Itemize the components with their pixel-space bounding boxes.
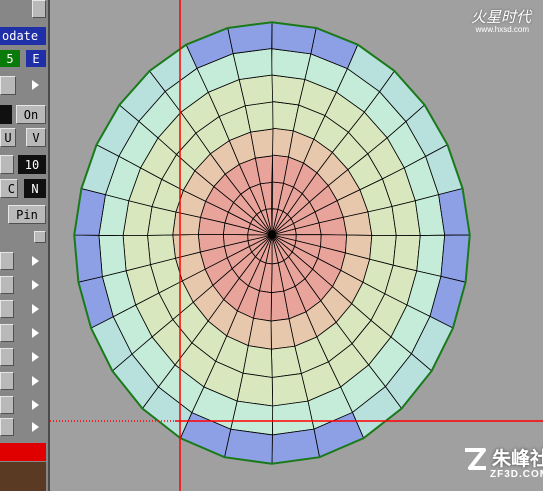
hxsd-watermark: 火星时代 bbox=[470, 8, 531, 26]
slot-button-10[interactable] bbox=[0, 418, 14, 436]
uv-face[interactable] bbox=[392, 235, 421, 272]
size-field[interactable]: 10 bbox=[18, 155, 46, 174]
tool-panel: odate 5 E On U V 10 C N Pin bbox=[0, 0, 50, 491]
size-field-value: 10 bbox=[24, 157, 40, 172]
expand-arrow-7[interactable] bbox=[26, 348, 46, 366]
slot-button-7[interactable] bbox=[0, 348, 14, 366]
play-arrow-icon bbox=[32, 256, 39, 266]
slot-button-6[interactable] bbox=[0, 324, 14, 342]
material-swatch bbox=[0, 462, 46, 491]
slot-button-9[interactable] bbox=[0, 396, 14, 414]
play-arrow-icon bbox=[32, 400, 39, 410]
play-arrow-icon bbox=[32, 80, 39, 90]
uv-face[interactable] bbox=[238, 74, 274, 107]
n-button-label: N bbox=[31, 181, 39, 196]
uv-face[interactable] bbox=[244, 101, 274, 133]
hxsd-watermark-url: www.hxsd.com bbox=[475, 25, 529, 34]
slot-button-2[interactable] bbox=[0, 155, 14, 174]
play-arrow-icon bbox=[32, 352, 39, 362]
expand-arrow-5[interactable] bbox=[26, 300, 46, 318]
slot-button-4[interactable] bbox=[0, 276, 14, 294]
num-field-value: 5 bbox=[6, 51, 14, 66]
num-field[interactable]: 5 bbox=[0, 50, 20, 67]
zf3d-watermark-text: 朱峰社区 bbox=[492, 448, 543, 470]
slot-button-1[interactable] bbox=[0, 76, 16, 95]
update-button[interactable]: odate bbox=[0, 27, 46, 45]
expand-arrow-9[interactable] bbox=[26, 396, 46, 414]
uv-face[interactable] bbox=[236, 372, 274, 407]
v-button[interactable]: V bbox=[26, 128, 46, 147]
e-field-value: E bbox=[32, 51, 40, 66]
play-arrow-icon bbox=[32, 376, 39, 386]
zf3d-watermark: 朱峰社区 bbox=[462, 444, 543, 471]
slot-button-8[interactable] bbox=[0, 372, 14, 390]
e-field[interactable]: E bbox=[26, 50, 46, 67]
slot-button-5[interactable] bbox=[0, 300, 14, 318]
update-label: odate bbox=[2, 29, 39, 43]
uv-face[interactable] bbox=[98, 234, 127, 278]
small-checkbox[interactable] bbox=[34, 231, 46, 243]
red-status-bar bbox=[0, 443, 46, 461]
uv-viewport[interactable]: 火星时代 www.hxsd.com 朱峰社区 ZF3D.COM bbox=[50, 0, 543, 491]
n-button[interactable]: N bbox=[24, 179, 46, 198]
uv-face[interactable] bbox=[438, 188, 471, 236]
panel-corner-button[interactable] bbox=[32, 0, 46, 18]
on-toggle-label: On bbox=[23, 107, 39, 122]
u-button[interactable]: U bbox=[0, 128, 16, 147]
play-arrow-icon bbox=[32, 328, 39, 338]
play-arrow-icon bbox=[32, 280, 39, 290]
play-arrow-icon bbox=[32, 422, 39, 432]
expand-arrow-1[interactable] bbox=[26, 76, 46, 95]
uv-mesh-canvas[interactable] bbox=[50, 0, 543, 491]
pin-button[interactable]: Pin bbox=[8, 205, 46, 224]
expand-arrow-8[interactable] bbox=[26, 372, 46, 390]
slot-button-3[interactable] bbox=[0, 252, 14, 270]
expand-arrow-10[interactable] bbox=[26, 418, 46, 436]
c-button-label: C bbox=[7, 181, 15, 196]
uv-face[interactable] bbox=[271, 373, 309, 407]
uv-face[interactable] bbox=[367, 205, 397, 237]
dark-toggle[interactable] bbox=[0, 105, 12, 124]
pin-button-label: Pin bbox=[16, 207, 38, 222]
uv-face[interactable] bbox=[122, 234, 151, 272]
v-button-label: V bbox=[32, 130, 40, 145]
on-toggle[interactable]: On bbox=[16, 105, 46, 124]
expand-arrow-3[interactable] bbox=[26, 252, 46, 270]
play-arrow-icon bbox=[32, 304, 39, 314]
c-button[interactable]: C bbox=[0, 179, 18, 198]
expand-arrow-4[interactable] bbox=[26, 276, 46, 294]
u-button-label: U bbox=[4, 130, 12, 145]
expand-arrow-6[interactable] bbox=[26, 324, 46, 342]
uv-face[interactable] bbox=[416, 234, 446, 277]
zf3d-watermark-url: ZF3D.COM bbox=[490, 469, 543, 480]
